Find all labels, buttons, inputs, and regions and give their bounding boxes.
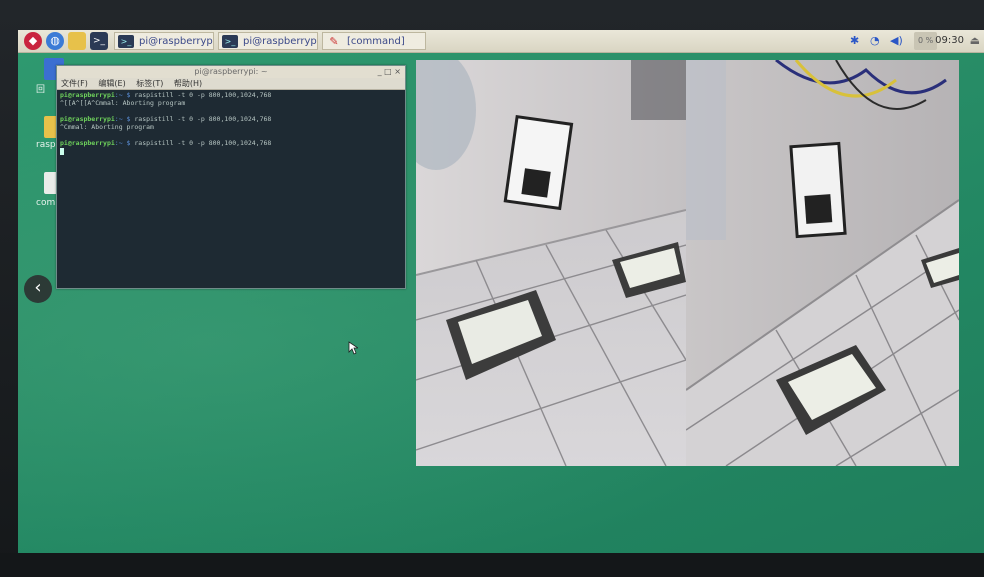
terminal-icon: >_ [118, 35, 134, 48]
desktop-icon-label: rasp [36, 140, 56, 150]
taskbar-window-editor[interactable]: ✎ [command] [322, 32, 426, 50]
menu-edit[interactable]: 编辑(E) [98, 79, 125, 88]
mouse-pointer-icon [348, 341, 358, 355]
clock[interactable]: 09:30 [935, 32, 964, 50]
camera-frame-left [416, 60, 686, 466]
desktop-icon-label: 回 [36, 85, 46, 95]
monitor-bottom [0, 553, 984, 577]
menu-file[interactable]: 文件(F) [61, 79, 88, 88]
raspberry-icon[interactable]: ◆ [24, 32, 42, 50]
wifi-icon[interactable]: ◔ [870, 32, 880, 50]
terminal-line: pi@raspberrypi:~ $ raspistill -t 0 -p 80… [60, 91, 272, 99]
terminal-line: ^[[A^[[A^Cmmal: Aborting program [60, 99, 186, 107]
globe-icon[interactable]: ◍ [46, 32, 64, 50]
desktop: ◆ ◍ >_ >_ pi@raspberrypi: ~ >_ pi@raspbe… [18, 30, 984, 553]
taskbar-window-terminal-1[interactable]: >_ pi@raspberrypi: ~ [114, 32, 214, 50]
volume-icon[interactable]: ◀) [890, 32, 903, 50]
terminal-menubar: 文件(F) 编辑(E) 标签(T) 帮助(H) [57, 78, 405, 90]
terminal-icon[interactable]: >_ [90, 32, 108, 50]
menu-help[interactable]: 帮助(H) [174, 79, 202, 88]
eject-icon[interactable]: ⏏ [970, 32, 980, 50]
terminal-icon: >_ [222, 35, 238, 48]
terminal-output[interactable]: pi@raspberrypi:~ $ raspistill -t 0 -p 80… [57, 90, 405, 156]
taskbar-window-label: pi@raspberrypi: ~] [243, 36, 318, 47]
folder-icon[interactable] [68, 32, 86, 50]
taskbar-window-terminal-2[interactable]: >_ pi@raspberrypi: ~] [218, 32, 318, 50]
pencil-icon: ✎ [329, 35, 339, 48]
terminal-title: pi@raspberrypi: ~ [194, 67, 268, 76]
terminal-line: ^Cmmal: Aborting program [60, 123, 154, 131]
taskbar-window-label: [command] [347, 36, 405, 47]
text-cursor [60, 147, 64, 155]
terminal-line: pi@raspberrypi:~ $ raspistill -t 0 -p 80… [60, 139, 272, 147]
cpu-monitor-icon[interactable]: 0 % [914, 32, 938, 50]
taskbar: ◆ ◍ >_ >_ pi@raspberrypi: ~ >_ pi@raspbe… [18, 30, 984, 53]
terminal-window[interactable]: pi@raspberrypi: ~ _ □ × 文件(F) 编辑(E) 标签(T… [56, 65, 406, 289]
terminal-cursor-line [60, 147, 402, 155]
terminal-titlebar[interactable]: pi@raspberrypi: ~ _ □ × [57, 66, 405, 78]
bluetooth-icon[interactable]: ✱ [850, 32, 859, 50]
camera-preview [416, 60, 959, 466]
camera-frame-right [686, 60, 959, 466]
taskbar-window-label: pi@raspberrypi: ~ [139, 36, 214, 47]
window-controls[interactable]: _ □ × [378, 66, 401, 78]
menu-tabs[interactable]: 标签(T) [136, 79, 163, 88]
back-button[interactable]: ‹ [24, 275, 52, 303]
terminal-line: pi@raspberrypi:~ $ raspistill -t 0 -p 80… [60, 115, 272, 123]
